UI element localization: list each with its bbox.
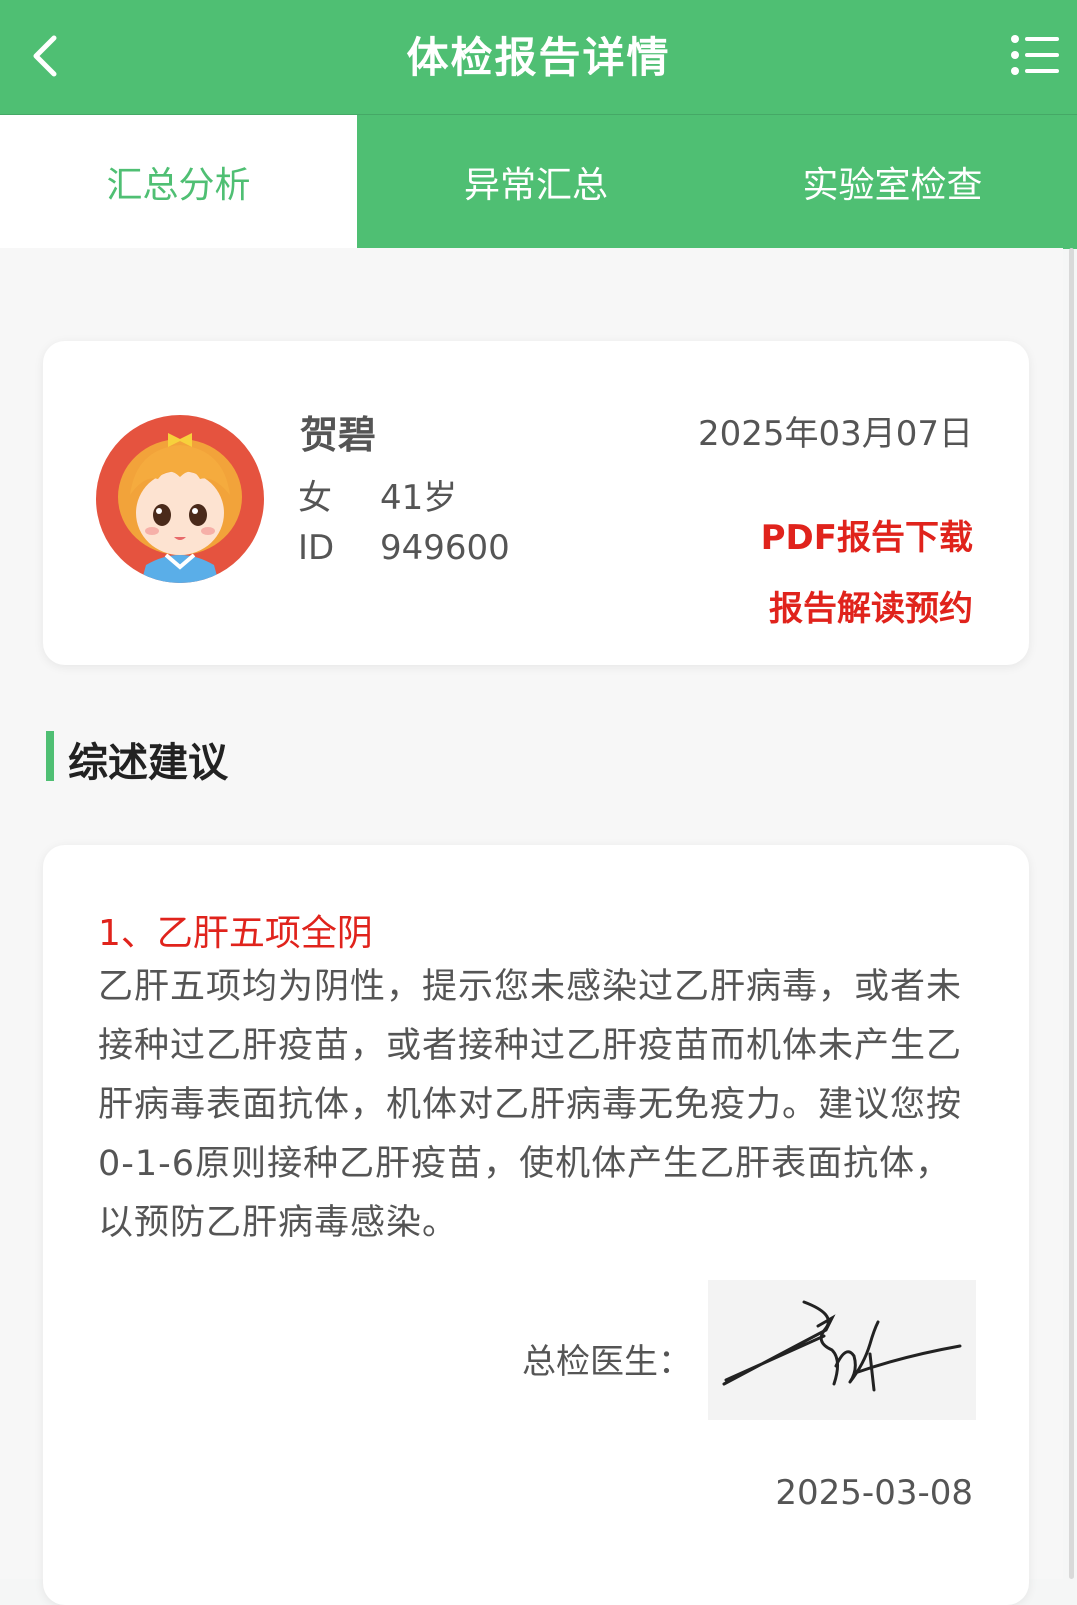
section-accent-bar xyxy=(46,731,54,781)
tab-lab-tests[interactable]: 实验室检查 xyxy=(715,115,1070,249)
tab-summary-analysis[interactable]: 汇总分析 xyxy=(0,115,357,249)
signature-date: 2025-03-08 xyxy=(775,1473,973,1513)
pdf-download-link[interactable]: PDF报告下载 xyxy=(761,510,973,559)
patient-id-value: 949600 xyxy=(380,528,510,568)
doctor-signature-image xyxy=(708,1280,976,1420)
exam-date: 2025年03月07日 xyxy=(697,414,973,454)
page-title: 体检报告详情 xyxy=(406,33,671,82)
app-header: 体检报告详情 xyxy=(0,0,1077,114)
section-title: 综述建议 xyxy=(68,740,228,786)
avatar-icon xyxy=(96,415,264,583)
patient-id-label: ID xyxy=(298,528,335,568)
menu-list-icon[interactable] xyxy=(1009,30,1061,80)
advice-item-title: 1、乙肝五项全阴 xyxy=(98,913,373,954)
tab-abnormal-summary[interactable]: 异常汇总 xyxy=(357,115,715,249)
patient-name: 贺碧 xyxy=(300,413,377,457)
advice-item-body: 乙肝五项均为阴性，提示您未感染过乙肝病毒，或者未接种过乙肝疫苗，或者接种过乙肝疫… xyxy=(98,967,963,1243)
chief-doctor-label: 总检医生： xyxy=(522,1342,692,1382)
report-interpretation-appointment-link[interactable]: 报告解读预约 xyxy=(769,581,973,630)
patient-age: 41岁 xyxy=(380,478,458,518)
scrollbar[interactable] xyxy=(1069,248,1074,1579)
tab-bar: 汇总分析 异常汇总 实验室检查 xyxy=(0,114,1077,249)
patient-gender: 女 xyxy=(298,478,332,518)
